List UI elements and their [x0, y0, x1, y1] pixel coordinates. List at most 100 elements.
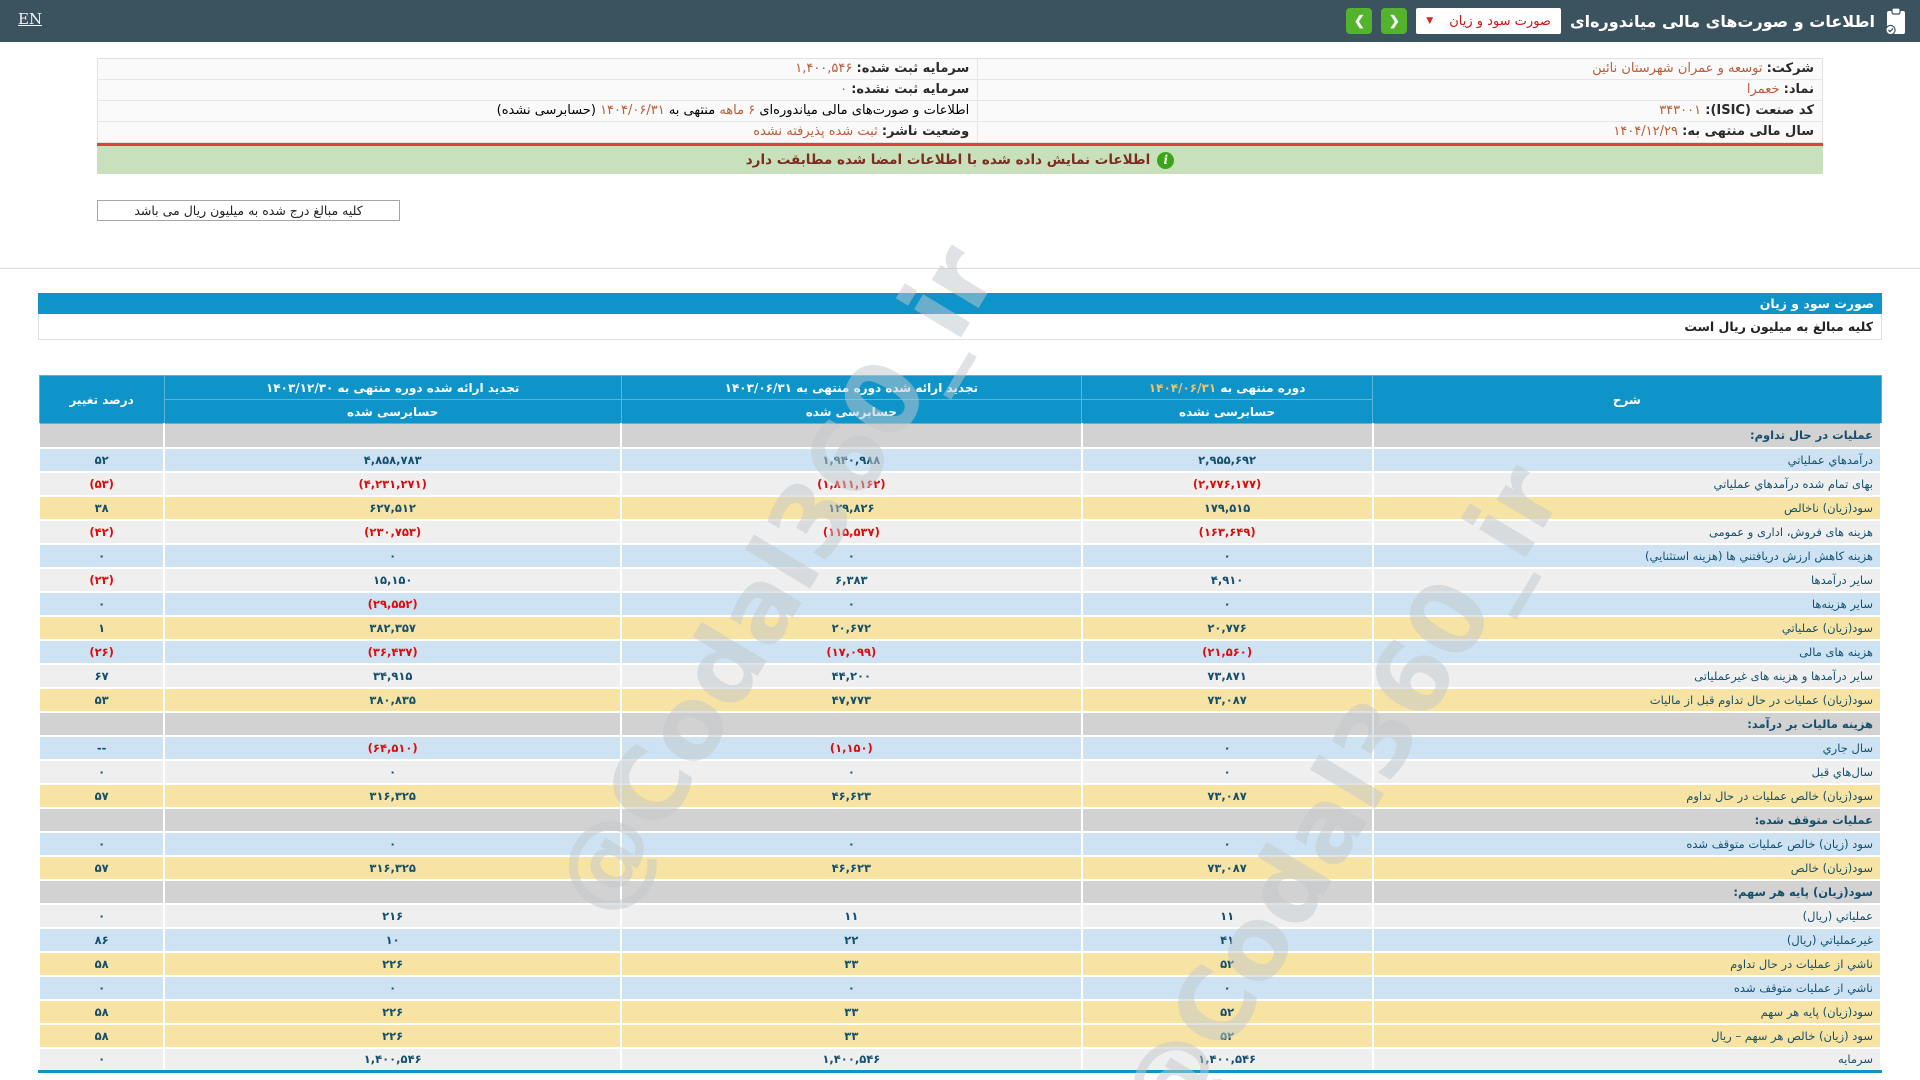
fiscal-year-cell: سال مالی منتهی به: ۱۴۰۴/۱۲/۲۹	[977, 122, 1822, 142]
signed-info-banner: i اطلاعات نمایش داده شده با اطلاعات امضا…	[97, 146, 1823, 174]
row-value	[620, 711, 1083, 737]
page: EN ❮ ❯ ▼ صورت سود و زیان اطلاعات و صورت‌…	[0, 0, 1920, 1080]
table-row: سود(زیان) خالص عملیات در حال تداوم ۷۳,۰۸۷…	[37, 783, 1883, 809]
row-label: سود(زیان) خالص	[1371, 855, 1883, 881]
company-cell: شرکت: توسعه و عمران شهرستان نائین	[977, 59, 1822, 80]
row-value: ۷۳,۰۸۷	[1080, 783, 1374, 809]
row-label: سود(زیان) عملیاتي	[1371, 615, 1883, 641]
topbar-controls: ❮ ❯ ▼ صورت سود و زیان اطلاعات و صورت‌های…	[1346, 0, 1908, 42]
statement-title-bar: صورت سود و زیان	[38, 293, 1882, 314]
company-label: شرکت:	[1766, 61, 1814, 76]
period-date: ۱۴۰۴/۰۶/۳۱	[600, 103, 665, 118]
period-cell: اطلاعات و صورت‌های مالی میاندوره‌ای ۶ ما…	[98, 101, 978, 122]
row-value: ۰	[620, 759, 1083, 785]
row-value: ۳۱۶,۳۲۵	[163, 855, 623, 881]
unregistered-capital-label: سرمایه ثبت نشده:	[851, 82, 970, 97]
row-value	[1080, 879, 1374, 905]
row-value: ۴۴,۲۰۰	[620, 663, 1083, 689]
header-prev1-audit: حسابرسی شده	[620, 399, 1083, 424]
table-row: سایر هزینه‌ها ۰ ۰ (۲۹,۵۵۲) ۰	[37, 591, 1883, 617]
row-value: ۱,۴۰۰,۵۴۶	[163, 1047, 623, 1073]
unregistered-capital-cell: سرمایه ثبت نشده: ۰	[98, 80, 978, 101]
row-value: ۰	[163, 759, 623, 785]
row-value: (۲,۷۷۶,۱۷۷)	[1080, 471, 1374, 497]
row-value: ۵۲	[1080, 951, 1374, 977]
row-value: ۰	[1080, 831, 1374, 857]
row-value: (۲۳)	[37, 567, 166, 593]
header-change-percent: درصد تغییر	[38, 375, 165, 424]
row-value: ۶۷	[37, 663, 166, 689]
isic-cell: کد صنعت (ISIC): ۳۴۳۰۰۱	[977, 101, 1822, 122]
row-label: سود(زیان) عملیات در حال تداوم قبل از مال…	[1371, 687, 1883, 713]
row-label: هزینه های فروش، اداری و عمومی	[1371, 519, 1883, 545]
row-value	[1080, 423, 1374, 449]
row-value: ۵۷	[37, 855, 166, 881]
table-row: عملیاتي (ریال) ۱۱ ۱۱ ۲۱۶ ۰	[37, 903, 1883, 929]
symbol-cell: نماد: خعمرا	[977, 80, 1822, 101]
row-value	[163, 807, 623, 833]
row-value: ۰	[37, 759, 166, 785]
row-value: ۴,۸۵۸,۷۸۳	[163, 447, 623, 473]
row-value: --	[37, 735, 166, 761]
row-value: ۰	[620, 543, 1083, 569]
row-value	[620, 879, 1083, 905]
chevron-left-icon: ❮	[1353, 13, 1365, 28]
row-label: هزینه مالیات بر درآمد:	[1371, 711, 1883, 737]
row-value: ۴۱	[1080, 927, 1374, 953]
statement-unit-note: کلیه مبالغ به میلیون ریال است	[38, 314, 1882, 340]
isic-label: کد صنعت (ISIC):	[1705, 103, 1814, 118]
row-value: ۱,۴۰۰,۵۴۶	[620, 1047, 1083, 1073]
row-value	[163, 711, 623, 737]
row-value: ۲۲	[620, 927, 1083, 953]
previous-statement-button[interactable]: ❮	[1346, 8, 1373, 34]
row-value: (۱۷,۰۹۹)	[620, 639, 1083, 665]
header-current-period: دوره منتهی به ۱۴۰۴/۰۶/۳۱	[1081, 375, 1374, 400]
header-desc: شرح	[1372, 375, 1882, 424]
fiscal-year-label: سال مالی منتهی به:	[1682, 124, 1814, 139]
publisher-status-value: ثبت شده پذیرفته نشده	[753, 124, 878, 139]
next-statement-button[interactable]: ❯	[1381, 8, 1408, 34]
table-header: شرح دوره منتهی به ۱۴۰۴/۰۶/۳۱ تجدید ارائه…	[38, 375, 1882, 424]
row-value: ۰	[163, 975, 623, 1001]
table-row: سود (زیان) خالص هر سهم – ریال ۵۲ ۳۳ ۲۲۶ ۵۸	[37, 1023, 1883, 1049]
header-current-audit: حسابرسی نشده	[1081, 399, 1374, 424]
row-value: ۷۳,۰۸۷	[1080, 855, 1374, 881]
period-suffix: (حسابرسی نشده)	[496, 103, 596, 118]
row-label: درآمدهاي عملياتي	[1371, 447, 1883, 473]
row-value	[163, 423, 623, 449]
symbol-label: نماد:	[1783, 82, 1814, 97]
row-value: ۳۴,۹۱۵	[163, 663, 623, 689]
company-value: توسعه و عمران شهرستان نائین	[1592, 61, 1763, 76]
row-value: (۴,۲۳۱,۲۷۱)	[163, 471, 623, 497]
row-value: ۱	[37, 615, 166, 641]
table-row: ناشي از عملیات متوقف شده ۰ ۰ ۰ ۰	[37, 975, 1883, 1001]
row-value: ۴۶,۶۲۳	[620, 855, 1083, 881]
row-value	[620, 423, 1083, 449]
language-toggle-link[interactable]: EN	[18, 10, 42, 28]
row-value	[1080, 711, 1374, 737]
statement-header: صورت سود و زیان کلیه مبالغ به میلیون ریا…	[38, 293, 1882, 340]
header-current-prefix: دوره منتهی به	[1220, 380, 1306, 395]
row-value: (۳۶,۴۳۷)	[163, 639, 623, 665]
unit-note-box: کلیه مبالغ درج شده به میلیون ریال می باش…	[97, 200, 400, 221]
row-value: ۰	[620, 591, 1083, 617]
period-mid: منتهی به	[668, 103, 716, 118]
row-value: ۲۲۶	[163, 1023, 623, 1049]
row-value: ۳۸۲,۳۵۷	[163, 615, 623, 641]
row-value: ۲۱۶	[163, 903, 623, 929]
row-value	[1080, 807, 1374, 833]
registered-capital-cell: سرمایه ثبت شده: ۱,۴۰۰,۵۴۶	[98, 59, 978, 80]
table-row: درآمدهاي عملياتي ۲,۹۵۵,۶۹۲ ۱,۹۴۰,۹۸۸ ۴,۸۵۸,…	[37, 447, 1883, 473]
row-value: ۳۳	[620, 951, 1083, 977]
row-value: ۲۰,۷۷۶	[1080, 615, 1374, 641]
statement-type-dropdown[interactable]: ▼ صورت سود و زیان	[1416, 8, 1561, 34]
row-value: ۵۸	[37, 951, 166, 977]
row-label: ناشي از عملیات در حال تداوم	[1371, 951, 1883, 977]
row-value: ۱۲۹,۸۲۶	[620, 495, 1083, 521]
row-label: هزینه های مالی	[1371, 639, 1883, 665]
info-row: نماد: خعمرا سرمایه ثبت نشده: ۰	[98, 80, 1822, 101]
period-prefix: اطلاعات و صورت‌های مالی میاندوره‌ای	[759, 103, 970, 118]
symbol-value: خعمرا	[1746, 82, 1780, 97]
row-label: سود (زیان) خالص عملیات متوقف شده	[1371, 831, 1883, 857]
row-value: ۰	[37, 1047, 166, 1073]
